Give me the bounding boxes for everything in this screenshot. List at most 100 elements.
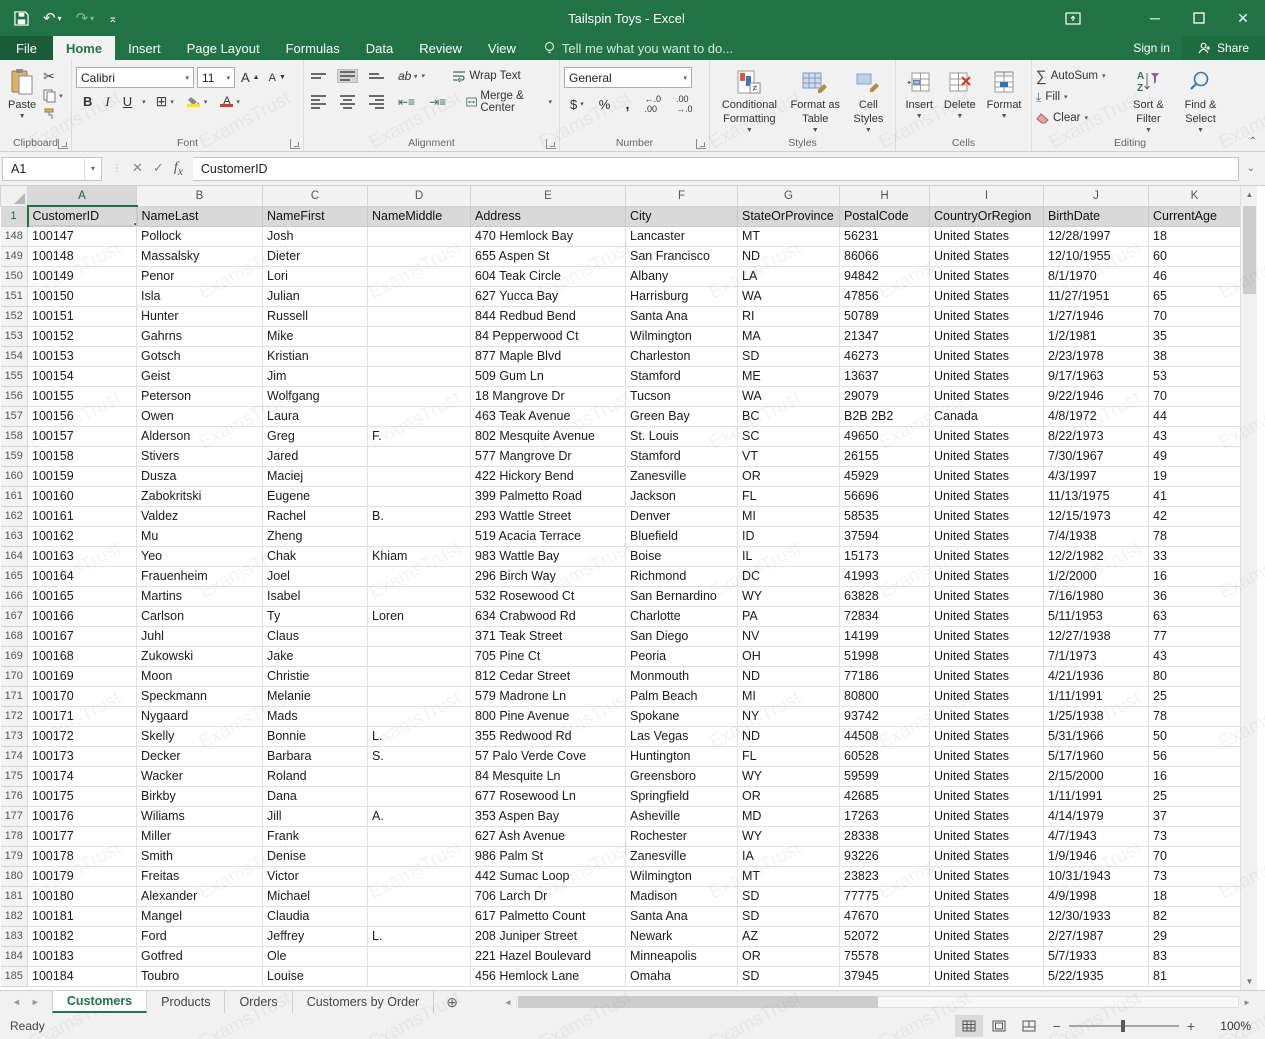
row-header-1[interactable]: 1 (0, 205, 29, 227)
cell-E185[interactable]: 456 Hemlock Lane (470, 965, 626, 987)
row-header-153[interactable]: 153 (0, 325, 28, 347)
cell-I160[interactable]: United States (929, 465, 1044, 487)
cell-J161[interactable]: 11/13/1975 (1043, 485, 1149, 507)
column-header-E[interactable]: E (470, 186, 626, 207)
cell-B167[interactable]: Carlson (136, 605, 263, 627)
cell-C152[interactable]: Russell (262, 305, 368, 327)
row-header-175[interactable]: 175 (0, 765, 28, 787)
cell-B179[interactable]: Smith (136, 845, 263, 867)
cell-B169[interactable]: Zukowski (136, 645, 263, 667)
cell-B175[interactable]: Wacker (136, 765, 263, 787)
cell-K160[interactable]: 19 (1148, 465, 1241, 487)
cell-J170[interactable]: 4/21/1936 (1043, 665, 1149, 687)
cell-I152[interactable]: United States (929, 305, 1044, 327)
cell-F155[interactable]: Stamford (625, 365, 738, 387)
cell-I175[interactable]: United States (929, 765, 1044, 787)
menu-tab-file[interactable]: File (0, 36, 53, 60)
cell-J157[interactable]: 4/8/1972 (1043, 405, 1149, 427)
cell-E167[interactable]: 634 Crabwood Rd (470, 605, 626, 627)
cell-H170[interactable]: 77186 (839, 665, 930, 687)
cell-C176[interactable]: Dana (262, 785, 368, 807)
row-header-184[interactable]: 184 (0, 945, 28, 967)
normal-view-icon[interactable] (954, 1015, 983, 1037)
cell-K153[interactable]: 35 (1148, 325, 1241, 347)
cell-H173[interactable]: 44508 (839, 725, 930, 747)
cell-B171[interactable]: Speckmann (136, 685, 263, 707)
accounting-format-icon[interactable]: $ ▾ (567, 96, 587, 113)
cell-G1[interactable]: StateOrProvince (737, 205, 840, 227)
sign-in-link[interactable]: Sign in (1121, 36, 1182, 60)
cell-H159[interactable]: 26155 (839, 445, 930, 467)
cell-K183[interactable]: 29 (1148, 925, 1241, 947)
cell-H178[interactable]: 28338 (839, 825, 930, 847)
cell-I159[interactable]: United States (929, 445, 1044, 467)
cell-H182[interactable]: 47670 (839, 905, 930, 927)
cell-J150[interactable]: 8/1/1970 (1043, 265, 1149, 287)
cell-F172[interactable]: Spokane (625, 705, 738, 727)
cell-J151[interactable]: 11/27/1951 (1043, 285, 1149, 307)
cell-A149[interactable]: 100148 (27, 245, 137, 267)
cell-F180[interactable]: Wilmington (625, 865, 738, 887)
enter-formula-icon[interactable]: ✓ (153, 160, 164, 176)
cell-D161[interactable] (367, 485, 471, 507)
sheet-tab-orders[interactable]: Orders (225, 991, 293, 1013)
align-right-icon[interactable] (366, 94, 387, 110)
cell-I158[interactable]: United States (929, 425, 1044, 447)
cell-E173[interactable]: 355 Redwood Rd (470, 725, 626, 747)
sheet-nav-left-icon[interactable]: ◄ (12, 997, 21, 1007)
cell-E174[interactable]: 57 Palo Verde Cove (470, 745, 626, 767)
cell-K148[interactable]: 18 (1148, 225, 1241, 247)
sheet-tab-products[interactable]: Products (147, 991, 226, 1013)
expand-formula-bar-icon[interactable]: ⌄ (1239, 163, 1263, 174)
cell-D169[interactable] (367, 645, 471, 667)
horizontal-scroll-thumb[interactable] (517, 996, 878, 1008)
cell-A165[interactable]: 100164 (27, 565, 137, 587)
scroll-up-icon[interactable]: ▲ (1241, 186, 1258, 203)
cell-J182[interactable]: 12/30/1933 (1043, 905, 1149, 927)
conditional-formatting-button[interactable]: ≠ Conditional Formatting ▼ (714, 64, 785, 138)
cell-J176[interactable]: 1/11/1991 (1043, 785, 1149, 807)
cell-I164[interactable]: United States (929, 545, 1044, 567)
cell-F161[interactable]: Jackson (625, 485, 738, 507)
format-cells-button[interactable]: Format ▼ (983, 64, 1026, 125)
cell-K155[interactable]: 53 (1148, 365, 1241, 387)
cell-K165[interactable]: 16 (1148, 565, 1241, 587)
cell-I185[interactable]: United States (929, 965, 1044, 987)
cell-F163[interactable]: Bluefield (625, 525, 738, 547)
cell-D151[interactable] (367, 285, 471, 307)
cell-J184[interactable]: 5/7/1933 (1043, 945, 1149, 967)
cell-F171[interactable]: Palm Beach (625, 685, 738, 707)
cell-C157[interactable]: Laura (262, 405, 368, 427)
cell-H168[interactable]: 14199 (839, 625, 930, 647)
cell-A155[interactable]: 100154 (27, 365, 137, 387)
cell-A153[interactable]: 100152 (27, 325, 137, 347)
cell-A173[interactable]: 100172 (27, 725, 137, 747)
cell-C163[interactable]: Zheng (262, 525, 368, 547)
cell-A158[interactable]: 100157 (27, 425, 137, 447)
cell-E158[interactable]: 802 Mesquite Avenue (470, 425, 626, 447)
column-header-K[interactable]: K (1148, 186, 1241, 207)
cell-H1[interactable]: PostalCode (839, 205, 930, 227)
cell-E155[interactable]: 509 Gum Ln (470, 365, 626, 387)
cell-J152[interactable]: 1/27/1946 (1043, 305, 1149, 327)
cell-G177[interactable]: MD (737, 805, 840, 827)
cell-H153[interactable]: 21347 (839, 325, 930, 347)
find-select-button[interactable]: Find & Select ▼ (1177, 64, 1224, 138)
cell-J148[interactable]: 12/28/1997 (1043, 225, 1149, 247)
cell-B176[interactable]: Birkby (136, 785, 263, 807)
cell-E162[interactable]: 293 Wattle Street (470, 505, 626, 527)
share-button[interactable]: Share (1181, 36, 1265, 60)
cell-C174[interactable]: Barbara (262, 745, 368, 767)
cell-H148[interactable]: 56231 (839, 225, 930, 247)
cell-B168[interactable]: Juhl (136, 625, 263, 647)
cell-D175[interactable] (367, 765, 471, 787)
cell-G174[interactable]: FL (737, 745, 840, 767)
cell-G155[interactable]: ME (737, 365, 840, 387)
cell-K180[interactable]: 73 (1148, 865, 1241, 887)
increase-font-icon[interactable]: A ▲ (238, 69, 263, 86)
menu-tab-view[interactable]: View (475, 36, 529, 60)
cell-K170[interactable]: 80 (1148, 665, 1241, 687)
cell-F175[interactable]: Greensboro (625, 765, 738, 787)
cell-A159[interactable]: 100158 (27, 445, 137, 467)
cell-D176[interactable] (367, 785, 471, 807)
